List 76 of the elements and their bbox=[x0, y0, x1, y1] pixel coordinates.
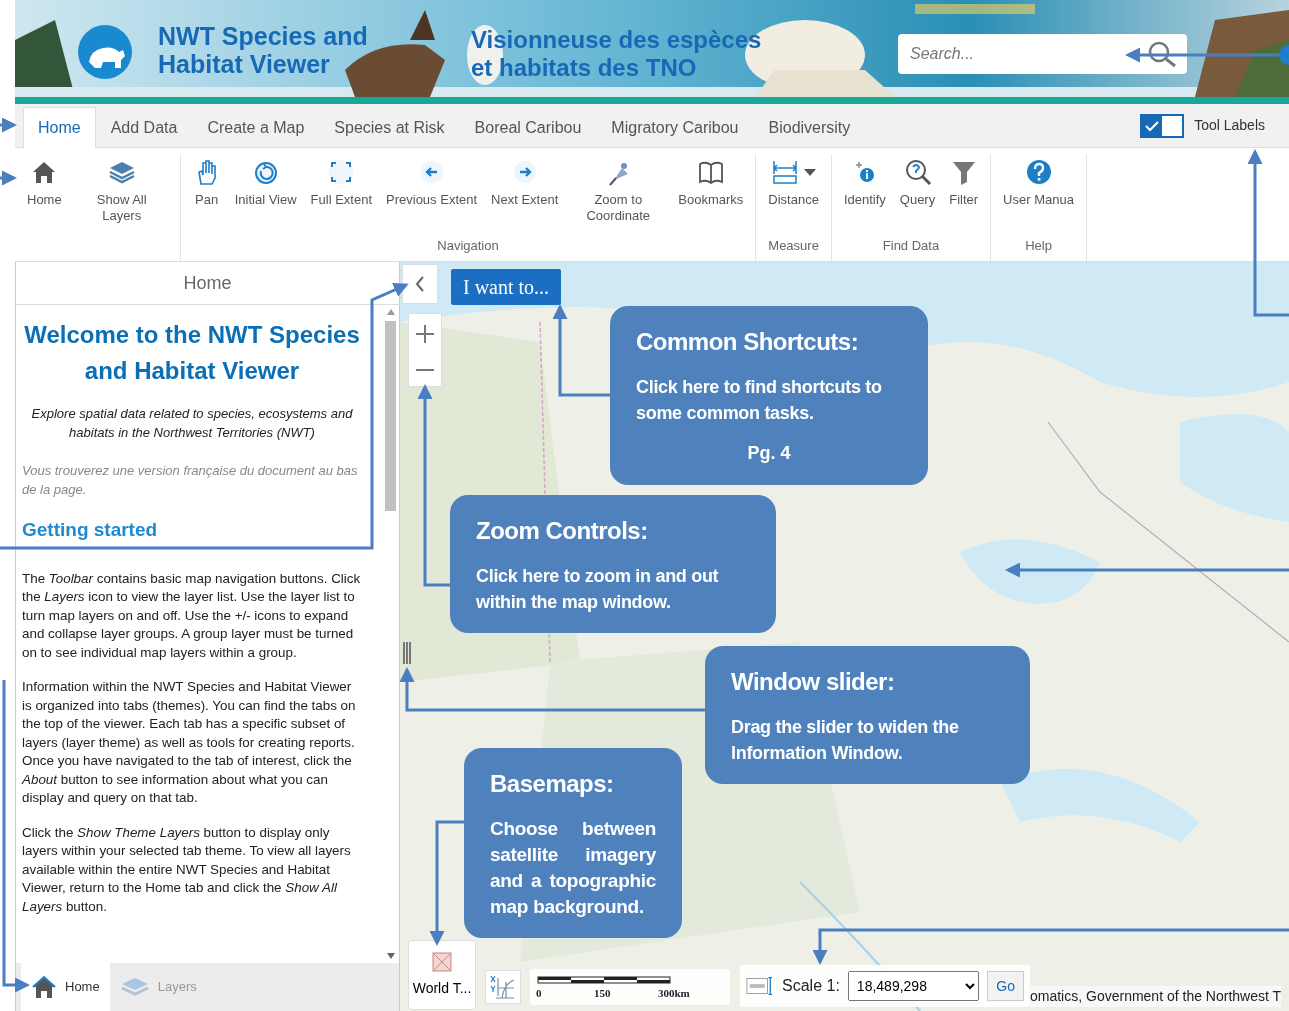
scale-icon[interactable] bbox=[746, 974, 775, 998]
tab[interactable]: Species at Risk bbox=[319, 107, 460, 148]
toolbar-button[interactable]: Previous Extent bbox=[380, 154, 484, 236]
scale-label: 300km bbox=[658, 986, 690, 1001]
toolbar-button[interactable]: Zoom to Coordinate bbox=[566, 154, 671, 236]
toolbar-button[interactable]: Identify bbox=[837, 154, 892, 236]
callout-text: Click here to find shortcuts to some common tasks. bbox=[636, 376, 883, 425]
expand-icon bbox=[327, 158, 356, 186]
group-label: Navigation bbox=[436, 236, 500, 255]
app-title: NWT Species and Habitat Viewer bbox=[158, 22, 368, 78]
home-icon bbox=[31, 975, 57, 999]
basemap-button[interactable]: World T... bbox=[408, 940, 476, 1010]
plus-icon bbox=[416, 324, 434, 343]
tab[interactable]: Home bbox=[21, 963, 110, 1011]
tab[interactable]: Migratory Caribou bbox=[596, 107, 754, 148]
callout-title: Window slider: bbox=[731, 667, 896, 697]
check-icon bbox=[1145, 119, 1160, 132]
toolbar-button[interactable]: Show All Layers bbox=[69, 154, 174, 261]
group-label: Find Data bbox=[881, 236, 941, 255]
toolbar-button[interactable]: Distance bbox=[762, 154, 825, 236]
scroll-up-icon[interactable] bbox=[386, 309, 395, 315]
toolbar-button[interactable]: User Manua bbox=[997, 154, 1080, 236]
paragraph: Click the Show Theme Layers button to display only layers within your selected tab theme. To view all layers available within the entire NWT Species and Habitat Viewer, return to the Home tab and click the Show All Layers button. bbox=[22, 823, 352, 916]
search-field[interactable]: Search... bbox=[898, 34, 1187, 74]
scale-label: Scale 1: bbox=[782, 976, 840, 996]
menu-button[interactable]: I want to... bbox=[451, 269, 562, 305]
callout-text: Drag the slider to widen the Information Window. bbox=[731, 716, 960, 765]
arrow bbox=[0, 170, 17, 186]
toolbar-button[interactable]: Query bbox=[893, 154, 942, 236]
callout-title: Common Shortcuts: bbox=[636, 327, 860, 357]
scale-label: 0 bbox=[536, 986, 542, 1001]
intro-text: Explore spatial data related to species, ecosystems and habitats in the Northwest Territories (NWT) bbox=[30, 405, 354, 442]
collapse-button[interactable] bbox=[402, 264, 438, 304]
scroll-down-icon[interactable] bbox=[386, 953, 395, 959]
toolbar-button[interactable]: Full Extent bbox=[304, 154, 378, 236]
paragraph: Information within the NWT Species and Habitat Viewer is organized into tabs (themes). You can find the tabs on the top of the viewer. Each tab has a specific subset of layers (layer theme) as well as tools for creating reports. Once you have navigated to the tab of interest, click the About button to see information about what you can display and query on that tab. bbox=[22, 678, 357, 807]
group-label: Measure bbox=[767, 236, 820, 255]
welcome-heading: Welcome to the NWT Species and Habitat Viewer bbox=[23, 320, 361, 386]
tab[interactable]: Create a Map bbox=[192, 107, 320, 148]
ruler-icon bbox=[770, 158, 799, 186]
map-icon bbox=[432, 951, 452, 972]
tab[interactable]: Home bbox=[23, 107, 96, 148]
layers-icon bbox=[119, 976, 150, 998]
tab[interactable]: Add Data bbox=[95, 107, 193, 148]
callout-text: Click here to zoom in and out within the map window. bbox=[476, 565, 720, 614]
chevron-left-icon bbox=[415, 276, 425, 292]
toolbar-button[interactable]: Bookmarks bbox=[672, 154, 750, 236]
toggle-switch[interactable] bbox=[1140, 113, 1185, 138]
toggle-label: Tool Labels bbox=[1194, 116, 1265, 135]
slider-handle[interactable] bbox=[403, 642, 411, 664]
page-reference: Pg. 4 bbox=[746, 442, 792, 465]
scrollbar-thumb[interactable] bbox=[385, 321, 396, 511]
coordinate-grid-icon bbox=[490, 974, 516, 1000]
toolbar-button[interactable]: Next Extent bbox=[485, 154, 565, 236]
toolbar-button[interactable]: Pan bbox=[186, 154, 227, 236]
group-label: Help bbox=[1024, 236, 1053, 255]
help-icon bbox=[1024, 158, 1053, 186]
attribution-text: omatics, Government of the Northwest T bbox=[1030, 986, 1282, 1007]
scale-select[interactable]: 18,489,298 bbox=[847, 971, 980, 1001]
coordinate-button[interactable] bbox=[485, 970, 521, 1004]
go-button[interactable]: Go bbox=[987, 971, 1024, 1001]
tab[interactable]: Biodiversity bbox=[753, 107, 866, 148]
panel-title: Home bbox=[16, 262, 399, 305]
callout-text: Choose between satellite imagery and a topographic map background. bbox=[490, 817, 656, 919]
callout-title: Zoom Controls: bbox=[476, 516, 649, 546]
toolbar-button[interactable]: Filter bbox=[943, 154, 985, 236]
toolbar-button[interactable]: Home bbox=[21, 154, 68, 261]
section-heading: Getting started bbox=[22, 521, 159, 540]
paragraph: The Toolbar contains basic map navigation buttons. Click the Layers icon to view the layer list. Use the layer list to turn map layers on and off. Use the +/- icons to expand and collapse layer groups. A group layer must be turned on to see individual map layers within a group. bbox=[22, 569, 362, 662]
arrow bbox=[0, 117, 17, 133]
callout-title: Basemaps: bbox=[490, 769, 615, 799]
toolbar-button[interactable]: Initial View bbox=[228, 154, 303, 236]
tab[interactable]: Boreal Caribou bbox=[459, 107, 597, 148]
minus-icon bbox=[416, 368, 434, 371]
scale-label: 150 bbox=[594, 986, 611, 1001]
french-note: Vous trouverez une version française du document au bas de la page. bbox=[22, 462, 359, 499]
